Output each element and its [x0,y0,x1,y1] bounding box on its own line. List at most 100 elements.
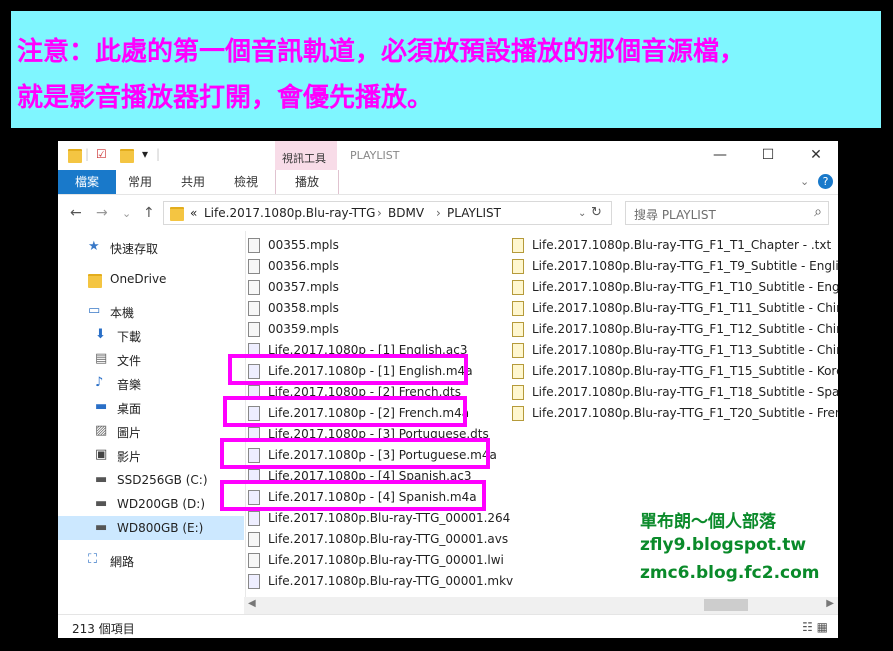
address-bar[interactable]: « Life.2017.1080p.Blu-ray-TTG › BDMV › P… [163,201,612,225]
file-name: Life.2017.1080p.Blu-ray-TTG_F1_T12_Subti… [532,322,838,336]
text-file-icon [512,259,524,274]
minimize-button[interactable]: — [708,145,732,165]
file-name: Life.2017.1080p.Blu-ray-TTG_F1_T20_Subti… [532,406,838,420]
drive-icon: ▬ [95,496,108,511]
sidebar-item[interactable]: ▣ 影片 [58,443,244,467]
file-icon [248,301,260,316]
sidebar-item[interactable]: ▬ 桌面 [58,395,244,419]
properties-icon[interactable]: ☑ [96,147,107,161]
text-file-icon [512,343,524,358]
video-icon: ▣ [95,447,108,462]
scrollbar-thumb[interactable] [704,599,748,611]
ribbon-tabs: 檔案 常用 共用 檢視 播放 ⌄ ? [58,170,838,195]
sidebar-item-label: OneDrive [110,272,167,286]
file-name: Life.2017.1080p.Blu-ray-TTG_00001.avs [268,532,509,546]
address-part-3[interactable]: PLAYLIST [447,206,501,220]
file-icon [248,259,260,274]
sidebar-item[interactable]: ⬇ 下載 [58,323,244,347]
sidebar-item[interactable]: ▬ WD800GB (E:) [58,516,244,540]
sidebar-item-label: 圖片 [117,426,142,440]
sidebar-item[interactable]: ★ 快速存取 [58,235,244,259]
sidebar-item-label: 桌面 [117,402,142,416]
file-name: Life.2017.1080p.Blu-ray-TTG_00001.mkv [268,574,514,588]
chevron-down-icon[interactable]: ⌄ [578,208,586,219]
recent-chevron-icon[interactable]: ⌄ [122,207,131,220]
text-file-icon [512,406,524,421]
help-icon[interactable]: ? [818,174,833,189]
document-icon: ▤ [95,351,108,366]
tab-view[interactable]: 檢視 [224,170,268,194]
address-row: ← → ⌄ ↑ « Life.2017.1080p.Blu-ray-TTG › … [58,199,838,227]
address-part-2[interactable]: BDMV [388,206,424,220]
network-icon: ⛶ [88,552,98,567]
address-part-1[interactable]: Life.2017.1080p.Blu-ray-TTG [204,206,375,220]
chevron-down-icon[interactable]: ⌄ [800,175,809,188]
file-icon [248,532,260,547]
sidebar-item[interactable]: OneDrive [58,267,244,291]
view-toggle-icons[interactable]: ☷ ▦ [802,620,828,634]
sidebar-item-label: 本機 [110,306,135,320]
maximize-button[interactable]: ☐ [756,145,780,165]
sidebar-item[interactable]: ▤ 文件 [58,347,244,371]
status-bar: 213 個項目 ☷ ▦ [58,614,838,638]
horizontal-scrollbar[interactable]: ◀ ▶ [244,597,838,614]
banner-line-1: 注意：此處的第一個音訊軌道，必須放預設播放的那個音源檔， [17,37,746,67]
computer-icon: ▭ [88,303,101,318]
file-icon [248,280,260,295]
search-icon[interactable]: ⌕ [814,204,822,220]
back-arrow-icon[interactable]: ← [70,205,82,221]
drive-icon: ▬ [95,520,108,535]
watermark-site-1: zfly9.blogspot.tw [640,535,807,555]
sidebar-item-label: 網路 [110,555,135,569]
up-arrow-icon[interactable]: ↑ [143,205,155,221]
file-icon [248,238,260,253]
text-file-icon [512,385,524,400]
refresh-icon[interactable]: ↻ [591,205,602,220]
separator: | [85,147,90,161]
tab-share[interactable]: 共用 [171,170,215,194]
file-name: Life.2017.1080p.Blu-ray-TTG_00001.lwi [268,553,504,567]
file-name: 00359.mpls [268,322,339,336]
sidebar-item[interactable]: ⛶ 網路 [58,548,244,572]
media-file-icon [248,574,260,589]
file-icon [248,553,260,568]
media-file-icon [248,511,260,526]
sidebar-item-label: WD200GB (D:) [117,497,206,511]
folder-icon [170,207,184,221]
highlight-box [220,480,486,511]
pictures-icon: ▨ [95,423,108,438]
file-name: Life.2017.1080p.Blu-ray-TTG_00001.264 [268,511,511,525]
chevron-down-icon[interactable]: ▾ [142,147,148,161]
file-name: Life.2017.1080p.Blu-ray-TTG_F1_T13_Subti… [532,343,838,357]
chevron-right-icon[interactable]: › [377,206,382,220]
new-folder-icon[interactable] [120,149,134,163]
text-file-icon [512,280,524,295]
tab-file[interactable]: 檔案 [58,170,116,194]
sidebar-item[interactable]: ▬ WD200GB (D:) [58,492,244,516]
folder-icon [68,149,82,163]
file-name: 00358.mpls [268,301,339,315]
tab-home[interactable]: 常用 [118,170,162,194]
sidebar-item[interactable]: ▨ 圖片 [58,419,244,443]
forward-arrow-icon[interactable]: → [96,205,108,221]
tab-play[interactable]: 播放 [275,170,339,194]
watermark-name: 單布朗～個人部落 [640,512,776,532]
window-title: PLAYLIST [350,149,400,162]
text-file-icon [512,238,524,253]
sidebar-item-label: 音樂 [117,378,142,392]
file-name: Life.2017.1080p.Blu-ray-TTG_F1_T10_Subti… [532,280,838,294]
address-overflow[interactable]: « [190,206,197,220]
search-input[interactable]: 搜尋 PLAYLIST ⌕ [625,201,829,225]
scroll-left-icon[interactable]: ◀ [248,598,256,609]
music-icon: ♪ [95,375,104,390]
text-file-icon [512,322,524,337]
scroll-right-icon[interactable]: ▶ [826,598,834,609]
sidebar-item[interactable]: ♪ 音樂 [58,371,244,395]
close-button[interactable]: ✕ [804,145,828,165]
sidebar-item[interactable]: ▬ SSD256GB (C:) [58,468,244,492]
file-name: 00356.mpls [268,259,339,273]
sidebar-item[interactable]: ▭ 本機 [58,299,244,323]
text-file-icon [512,301,524,316]
file-name: Life.2017.1080p.Blu-ray-TTG_F1_T18_Subti… [532,385,838,399]
chevron-right-icon[interactable]: › [436,206,441,220]
